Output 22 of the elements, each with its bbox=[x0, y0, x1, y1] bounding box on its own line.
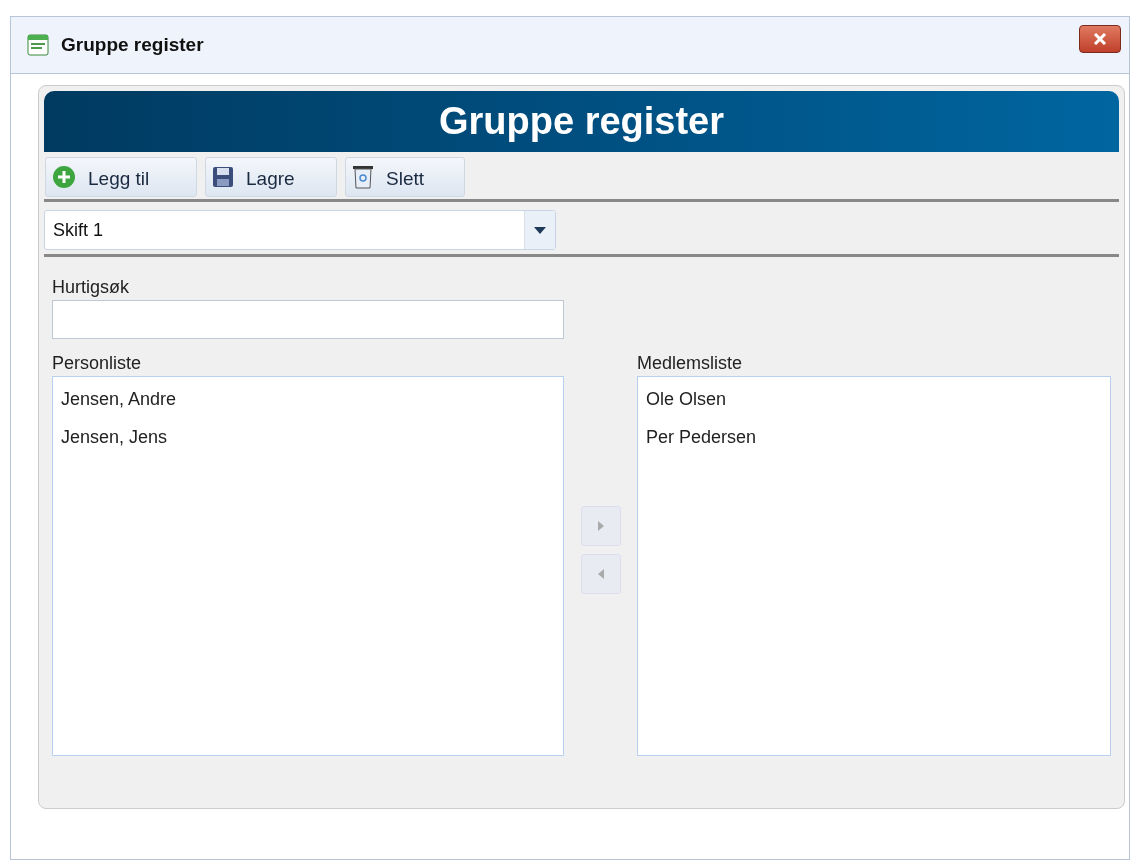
add-button[interactable]: Legg til bbox=[45, 157, 197, 197]
form-icon bbox=[27, 34, 49, 56]
plus-icon bbox=[52, 165, 76, 189]
search-field[interactable] bbox=[52, 300, 564, 339]
right-arrow-icon bbox=[597, 521, 604, 531]
list-item[interactable]: Ole Olsen bbox=[646, 389, 1110, 427]
close-button[interactable] bbox=[1079, 25, 1121, 53]
header-title: Gruppe register bbox=[438, 100, 725, 143]
dropdown-arrow-icon bbox=[534, 226, 546, 234]
field-label: Hurtigsøk bbox=[52, 277, 130, 298]
list-label: Medlemsliste bbox=[637, 353, 744, 374]
list-item[interactable]: Jensen, Andre bbox=[61, 389, 563, 427]
save-button[interactable]: Lagre bbox=[205, 157, 337, 197]
trash-can-icon bbox=[352, 165, 374, 189]
list-item[interactable]: Per Pedersen bbox=[646, 427, 1110, 465]
delete-button[interactable]: Slett bbox=[345, 157, 465, 197]
group-dropdown[interactable]: Skift 1 bbox=[44, 210, 556, 250]
list-label: Personliste bbox=[52, 353, 143, 374]
close-icon bbox=[1093, 33, 1107, 45]
window-title: Gruppe register bbox=[61, 34, 205, 56]
list-item[interactable]: Jensen, Jens bbox=[61, 427, 563, 465]
left-arrow-icon bbox=[597, 569, 604, 579]
